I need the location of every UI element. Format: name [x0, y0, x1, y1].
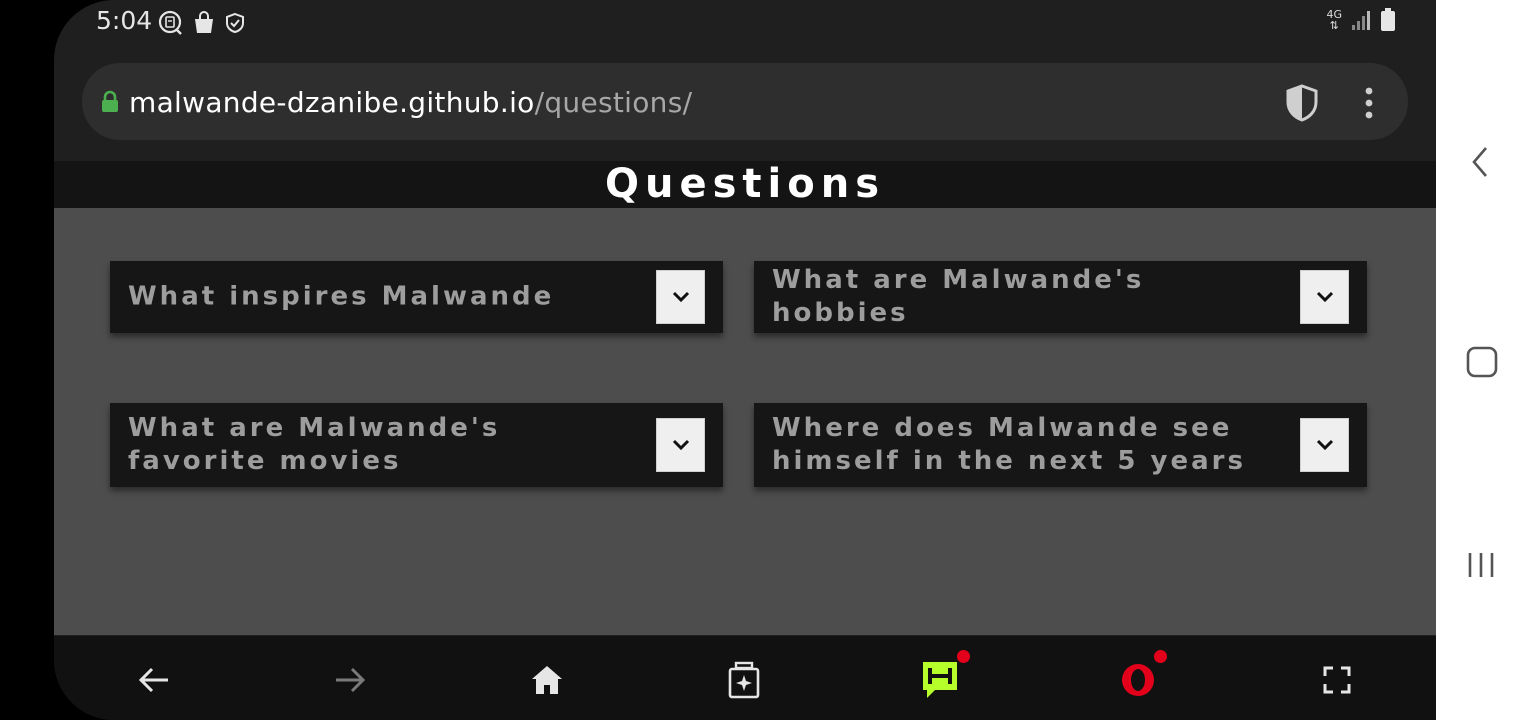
- question-card[interactable]: What are Malwande's favorite movies: [110, 403, 723, 487]
- status-left-icons: [158, 10, 246, 36]
- browser-bottom-bar: [54, 636, 1436, 720]
- forward-button[interactable]: [330, 660, 370, 700]
- address-bar[interactable]: malwande-dzanibe.github.io/questions/: [82, 63, 1408, 140]
- question-text: Where does Malwande see himself in the n…: [772, 413, 1246, 476]
- notification-dot: [957, 650, 970, 663]
- hype-button[interactable]: [920, 660, 960, 700]
- opera-button[interactable]: [1118, 660, 1158, 700]
- question-text: What inspires Malwande: [128, 281, 555, 312]
- more-vert-icon[interactable]: [1364, 87, 1374, 119]
- hype-icon: [923, 662, 957, 698]
- status-time: 5:04: [96, 6, 153, 35]
- home-icon: [532, 666, 562, 694]
- question-text: What are Malwande's hobbies: [772, 265, 1145, 328]
- page-content: Questions What inspires Malwande What ar…: [54, 161, 1436, 635]
- chevron-down-icon: [672, 439, 689, 451]
- data-arrows-icon: ⇅: [1329, 19, 1339, 32]
- shopping-bag-icon: [195, 11, 213, 33]
- question-card[interactable]: What are Malwande's hobbies: [754, 261, 1367, 333]
- question-text: What are Malwande's favorite movies: [128, 413, 501, 476]
- shield-check-icon: [226, 12, 244, 34]
- home-button[interactable]: [527, 660, 567, 700]
- home-icon[interactable]: [1466, 346, 1498, 378]
- recents-icon[interactable]: [1466, 550, 1496, 580]
- system-navigation-bar: [1436, 0, 1520, 720]
- battery-icon: [1381, 8, 1395, 31]
- chevron-down-icon: [672, 291, 689, 303]
- chat-icon: [158, 10, 182, 35]
- lock-icon: [102, 90, 118, 112]
- question-card[interactable]: What inspires Malwande: [110, 261, 723, 333]
- browser-screen: 5:04 4G ⇅ malwande-dzanibe.github.io/que…: [54, 0, 1436, 720]
- notification-dot: [1154, 650, 1167, 663]
- url-path: /questions/: [534, 86, 693, 119]
- expand-button[interactable]: [656, 418, 705, 472]
- network-label: 4G ⇅: [1326, 9, 1342, 31]
- expand-button[interactable]: [656, 270, 705, 324]
- tabs-button[interactable]: [724, 660, 764, 700]
- url-host: malwande-dzanibe.github.io: [129, 86, 535, 119]
- back-icon[interactable]: [1470, 146, 1490, 178]
- opera-icon: [1122, 664, 1154, 696]
- forward-icon: [336, 667, 366, 693]
- page-title: Questions: [54, 161, 1436, 208]
- chevron-down-icon: [1316, 439, 1333, 451]
- tabs-icon: [728, 661, 760, 699]
- chevron-down-icon: [1316, 291, 1333, 303]
- signal-icon: [1352, 11, 1370, 30]
- question-card[interactable]: Where does Malwande see himself in the n…: [754, 403, 1367, 487]
- expand-button[interactable]: [1300, 418, 1349, 472]
- url-text[interactable]: malwande-dzanibe.github.io/questions/: [129, 86, 692, 119]
- fullscreen-button[interactable]: [1317, 660, 1357, 700]
- expand-button[interactable]: [1300, 270, 1349, 324]
- status-right-icons: 4G ⇅: [1326, 8, 1396, 32]
- back-button[interactable]: [134, 660, 174, 700]
- shield-icon[interactable]: [1284, 83, 1320, 123]
- fullscreen-icon: [1323, 666, 1351, 694]
- status-bar: 5:04 4G ⇅: [54, 0, 1436, 44]
- back-icon: [138, 667, 168, 693]
